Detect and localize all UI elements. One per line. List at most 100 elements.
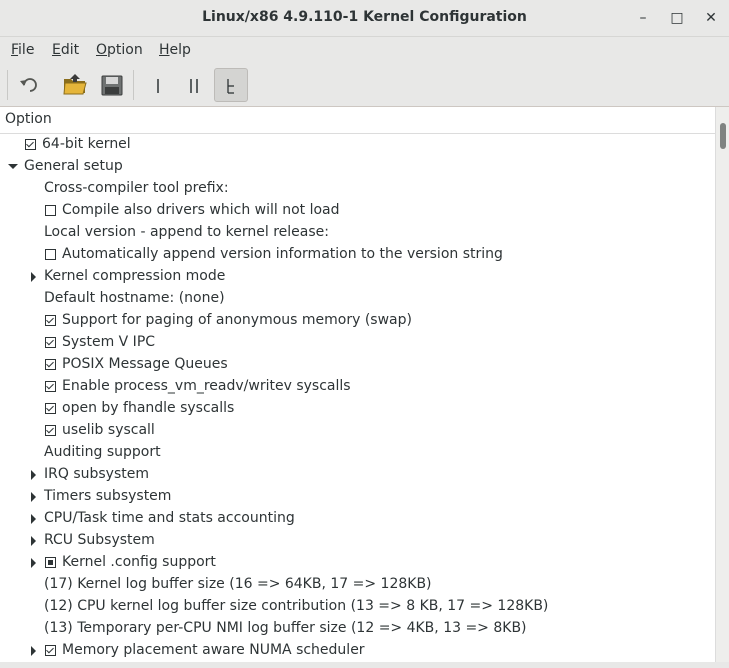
tree-row[interactable]: (13) Temporary per-CPU NMI log buffer si…: [0, 618, 715, 640]
option-checkbox[interactable]: [45, 249, 56, 260]
save-icon: [101, 75, 123, 96]
window-title: Linux/x86 4.9.110-1 Kernel Configuration: [202, 9, 527, 25]
tree-row-label: 64-bit kernel: [42, 136, 131, 152]
tree-row-label: Enable process_vm_readv/writev syscalls: [62, 378, 351, 394]
full-tree-view-icon: [227, 79, 234, 94]
menu-option[interactable]: Option: [96, 42, 143, 58]
toolbar-separator: [133, 70, 134, 100]
tree-row-label: uselib syscall: [62, 422, 155, 438]
tree-row-label: CPU/Task time and stats accounting: [44, 510, 295, 526]
tree-row[interactable]: Automatically append version information…: [0, 244, 715, 266]
module-checkbox[interactable]: [45, 557, 56, 568]
expander-collapsed-icon[interactable]: [31, 470, 36, 480]
option-checkbox[interactable]: [45, 205, 56, 216]
vertical-scrollbar[interactable]: [715, 107, 729, 662]
expander-collapsed-icon[interactable]: [31, 492, 36, 502]
maximize-icon: □: [670, 10, 684, 26]
tree-row[interactable]: Kernel .config support: [0, 552, 715, 574]
undo-icon: [20, 78, 37, 92]
tree-row-label: Kernel .config support: [62, 554, 216, 570]
open-button[interactable]: [58, 68, 92, 102]
option-checkbox[interactable]: [45, 403, 56, 414]
column-header-option[interactable]: Option: [0, 107, 715, 134]
menu-help[interactable]: Help: [159, 42, 191, 58]
menu-bar: File Edit Option Help: [0, 37, 729, 64]
tree-row[interactable]: Memory placement aware NUMA scheduler: [0, 640, 715, 662]
minimize-button[interactable]: –: [633, 8, 653, 28]
split-view-button[interactable]: [177, 68, 211, 102]
tree-row-label: Cross-compiler tool prefix:: [44, 180, 229, 196]
tree-row[interactable]: POSIX Message Queues: [0, 354, 715, 376]
tree-row-label: IRQ subsystem: [44, 466, 149, 482]
tree-row-label: General setup: [24, 158, 123, 174]
full-tree-view-button[interactable]: [214, 68, 248, 102]
tree-row[interactable]: Timers subsystem: [0, 486, 715, 508]
tree-row[interactable]: CPU/Task time and stats accounting: [0, 508, 715, 530]
expander-collapsed-icon[interactable]: [31, 558, 36, 568]
tree-row[interactable]: RCU Subsystem: [0, 530, 715, 552]
menu-edit[interactable]: Edit: [52, 42, 79, 58]
tree-row[interactable]: Default hostname: (none): [0, 288, 715, 310]
toolbar: [0, 64, 729, 107]
tree-row[interactable]: Enable process_vm_readv/writev syscalls: [0, 376, 715, 398]
option-checkbox[interactable]: [45, 425, 56, 436]
tree-row-label: (13) Temporary per-CPU NMI log buffer si…: [44, 620, 527, 636]
single-view-icon: [157, 79, 159, 93]
expander-collapsed-icon[interactable]: [31, 514, 36, 524]
tree-row-label: Auditing support: [44, 444, 161, 460]
tree-row-label: Kernel compression mode: [44, 268, 226, 284]
split-view-icon: [190, 79, 198, 93]
toolbar-separator: [7, 70, 8, 100]
column-header-label: Option: [5, 111, 52, 127]
tree-row-label: System V IPC: [62, 334, 156, 350]
tree-row-label: (12) CPU kernel log buffer size contribu…: [44, 598, 549, 614]
undo-button[interactable]: [12, 68, 46, 102]
tree-row[interactable]: General setup: [0, 156, 715, 178]
tree-row-label: Timers subsystem: [44, 488, 172, 504]
option-checkbox[interactable]: [45, 645, 56, 656]
tree-row-label: Default hostname: (none): [44, 290, 225, 306]
tree-row[interactable]: (17) Kernel log buffer size (16 => 64KB,…: [0, 574, 715, 596]
tree-row[interactable]: uselib syscall: [0, 420, 715, 442]
tree-row[interactable]: System V IPC: [0, 332, 715, 354]
tree-row[interactable]: Local version - append to kernel release…: [0, 222, 715, 244]
tree-row-label: RCU Subsystem: [44, 532, 155, 548]
expander-collapsed-icon[interactable]: [31, 536, 36, 546]
option-checkbox[interactable]: [45, 381, 56, 392]
option-checkbox[interactable]: [25, 139, 36, 150]
option-checkbox[interactable]: [45, 337, 56, 348]
tree-row[interactable]: open by fhandle syscalls: [0, 398, 715, 420]
title-bar: Linux/x86 4.9.110-1 Kernel Configuration…: [0, 0, 729, 37]
maximize-button[interactable]: □: [667, 8, 687, 28]
expander-collapsed-icon[interactable]: [31, 272, 36, 282]
tree-row[interactable]: 64-bit kernel: [0, 134, 715, 156]
tree-row[interactable]: Cross-compiler tool prefix:: [0, 178, 715, 200]
tree-row-label: Local version - append to kernel release…: [44, 224, 329, 240]
tree-row-label: Compile also drivers which will not load: [62, 202, 340, 218]
tree-row-label: (17) Kernel log buffer size (16 => 64KB,…: [44, 576, 432, 592]
expander-expanded-icon[interactable]: [8, 164, 18, 169]
tree-row[interactable]: Compile also drivers which will not load: [0, 200, 715, 222]
tree-row-label: POSIX Message Queues: [62, 356, 228, 372]
expander-collapsed-icon[interactable]: [31, 646, 36, 656]
scrollbar-thumb[interactable]: [720, 123, 726, 149]
tree-row[interactable]: Kernel compression mode: [0, 266, 715, 288]
open-folder-icon: [63, 74, 87, 95]
single-view-button[interactable]: [141, 68, 175, 102]
bottom-edge: [0, 662, 729, 668]
tree-row-label: Memory placement aware NUMA scheduler: [62, 642, 365, 658]
config-tree-view[interactable]: Option 64-bit kernel General setup Cross-c…: [0, 107, 729, 662]
option-checkbox[interactable]: [45, 359, 56, 370]
tree-row-label: open by fhandle syscalls: [62, 400, 235, 416]
tree-row[interactable]: Support for paging of anonymous memory (…: [0, 310, 715, 332]
save-button[interactable]: [95, 68, 129, 102]
menu-file[interactable]: File: [11, 42, 34, 58]
close-button[interactable]: ✕: [701, 8, 721, 28]
tree-row[interactable]: IRQ subsystem: [0, 464, 715, 486]
tree-row[interactable]: Auditing support: [0, 442, 715, 464]
option-checkbox[interactable]: [45, 315, 56, 326]
tree-row-label: Automatically append version information…: [62, 246, 503, 262]
close-icon: ✕: [705, 10, 717, 26]
tree-row-label: Support for paging of anonymous memory (…: [62, 312, 412, 328]
tree-row[interactable]: (12) CPU kernel log buffer size contribu…: [0, 596, 715, 618]
